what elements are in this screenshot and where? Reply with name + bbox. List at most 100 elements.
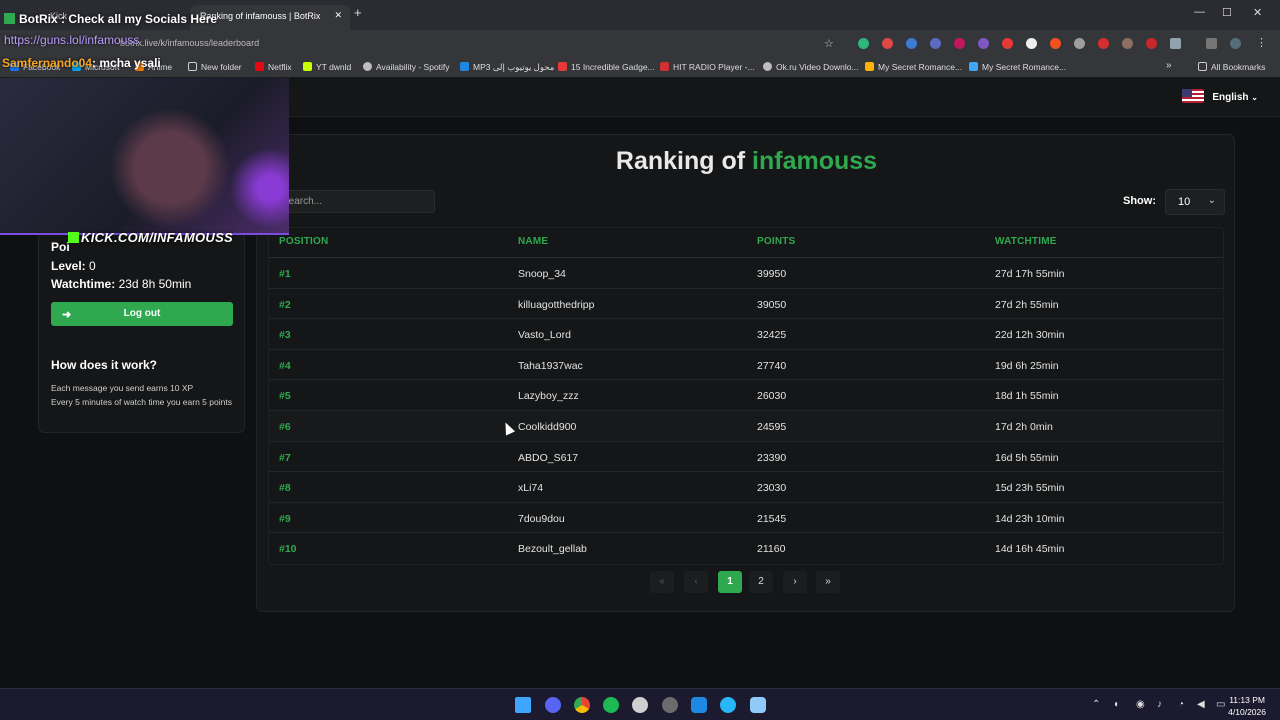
logout-icon: ➜	[62, 309, 72, 321]
extension-icon[interactable]	[978, 38, 989, 49]
extension-icon[interactable]	[1098, 38, 1109, 49]
us-flag-icon	[1182, 89, 1205, 103]
app-icon[interactable]	[750, 697, 766, 713]
extension-icon[interactable]	[1050, 38, 1061, 49]
reading-list-icon[interactable]	[1206, 38, 1217, 49]
page-size-select[interactable]: 10 ⌄	[1165, 189, 1225, 215]
bookmark-item[interactable]: HIT RADIO Player -...	[660, 62, 755, 72]
extension-icon[interactable]	[882, 38, 893, 49]
next-page-button[interactable]: ›	[783, 571, 807, 593]
name-cell: ABDO_S617	[518, 451, 579, 464]
table-row: #7 ABDO_S617 23390 16d 5h 55min	[269, 442, 1223, 473]
minimize-button[interactable]: —	[1194, 6, 1205, 18]
extension-icon[interactable]	[1122, 38, 1133, 49]
tray-app-icon[interactable]: ◉	[1136, 699, 1145, 710]
logout-button[interactable]: ➜ Log out	[51, 302, 233, 326]
wifi-icon[interactable]: ◔	[1178, 699, 1184, 710]
points-cell: 21545	[757, 512, 787, 525]
extension-icon[interactable]	[906, 38, 917, 49]
points-cell: 21160	[757, 543, 786, 556]
maximize-button[interactable]: ☐	[1222, 6, 1232, 19]
table-row: #5 Lazyboy_zzz 26030 18d 1h 55min	[269, 380, 1223, 411]
name-cell: Vasto_Lord	[518, 329, 571, 342]
close-window-button[interactable]: ✕	[1253, 6, 1262, 19]
position-cell: #9	[279, 512, 291, 525]
watchtime-cell: 14d 23h 10min	[995, 512, 1065, 525]
chat-link: https://guns.lol/infamouss	[4, 33, 140, 47]
bookmark-item[interactable]: My Secret Romance...	[865, 62, 962, 72]
obs-icon[interactable]	[632, 697, 648, 713]
spotify-icon[interactable]	[603, 697, 619, 713]
column-header-position[interactable]: POSITION	[279, 236, 328, 247]
chrome-icon[interactable]	[574, 697, 590, 713]
app-icon[interactable]	[691, 697, 707, 713]
bookmark-item[interactable]: MP3 محول يوتيوب إلى	[460, 62, 554, 73]
extension-icon[interactable]	[930, 38, 941, 49]
bookmark-item[interactable]: 15 Incredible Gadge...	[558, 62, 655, 72]
name-cell: killuagotthedripp	[518, 298, 595, 311]
position-cell: #3	[279, 329, 291, 342]
table-row: #4 Taha1937wac 27740 19d 6h 25min	[269, 350, 1223, 381]
page-1-button[interactable]: 1	[718, 571, 742, 593]
more-bookmarks-icon[interactable]: »	[1166, 60, 1172, 71]
how-it-works-line: Every 5 minutes of watch time you earn 5…	[51, 397, 232, 407]
column-header-watchtime[interactable]: WATCHTIME	[995, 236, 1057, 247]
extension-icon[interactable]	[954, 38, 965, 49]
name-cell: Lazyboy_zzz	[518, 390, 579, 403]
battery-icon[interactable]: ▭	[1216, 699, 1225, 710]
extension-icon[interactable]	[1002, 38, 1013, 49]
tray-app-icon[interactable]: ◐	[1114, 699, 1120, 710]
microphone-icon[interactable]: ♪	[1157, 699, 1162, 710]
watchtime-cell: 19d 6h 25min	[995, 359, 1059, 372]
table-header: POSITION NAME POINTS WATCHTIME	[269, 228, 1223, 258]
page-2-button[interactable]: 2	[749, 571, 773, 593]
profile-avatar[interactable]	[1230, 38, 1241, 49]
table-row: #2 killuagotthedripp 39050 27d 2h 55min	[269, 289, 1223, 320]
bookmarks-bar: Facebook Microsoft Anime New folder Netf…	[0, 56, 1280, 78]
system-clock[interactable]: 11:13 PM 4/10/2026	[1228, 694, 1266, 718]
previous-page-button[interactable]: ‹	[684, 571, 708, 593]
bookmark-item[interactable]: Ok.ru Video Downlo...	[763, 62, 859, 72]
first-page-button[interactable]: «	[650, 571, 674, 593]
last-page-button[interactable]: »	[816, 571, 840, 593]
bookmark-folder[interactable]: New folder	[188, 62, 242, 72]
level-stat: Level: 0	[51, 259, 96, 273]
all-bookmarks[interactable]: All Bookmarks	[1198, 62, 1265, 72]
bookmark-star-icon[interactable]: ☆	[824, 37, 834, 50]
discord-icon[interactable]	[545, 697, 561, 713]
search-input[interactable]: Search...	[267, 190, 435, 213]
position-cell: #5	[279, 390, 291, 403]
close-tab-icon[interactable]: ✕	[334, 10, 342, 21]
language-selector[interactable]: English ⌄	[1182, 89, 1258, 103]
chevron-up-icon[interactable]: ⌃	[1092, 699, 1100, 710]
chat-message: BotRix : Check all my Socials Here	[4, 12, 217, 26]
browser-menu-icon[interactable]: ⋮	[1256, 36, 1267, 49]
new-tab-button[interactable]: +	[354, 5, 362, 20]
windows-start-icon[interactable]	[515, 697, 531, 713]
extension-icon[interactable]	[1146, 38, 1157, 49]
bookmark-item[interactable]: Netflix	[255, 62, 292, 72]
leaderboard-table: POSITION NAME POINTS WATCHTIME #1 Snoop_3…	[268, 227, 1224, 565]
kick-logo-icon	[68, 232, 79, 243]
chevron-down-icon: ⌄	[1207, 195, 1216, 206]
app-icon[interactable]	[662, 697, 678, 713]
extension-icon[interactable]	[1074, 38, 1085, 49]
column-header-points[interactable]: POINTS	[757, 236, 795, 247]
extension-icon[interactable]	[858, 38, 869, 49]
bookmark-item[interactable]: Availability - Spotify	[363, 62, 450, 72]
points-label: Poi	[51, 240, 70, 254]
bookmark-item[interactable]: My Secret Romance...	[969, 62, 1066, 72]
how-it-works-title: How does it work?	[51, 358, 158, 372]
telegram-icon[interactable]	[720, 697, 736, 713]
url-field[interactable]: botrix.live/k/infamouss/leaderboard	[120, 35, 840, 51]
user-stats-card: Poi Level: 0 Watchtime: 23d 8h 50min ➜ L…	[38, 229, 245, 433]
table-row: #6 Coolkidd900 24595 17d 2h 0min	[269, 410, 1223, 442]
position-cell: #2	[279, 298, 291, 311]
position-cell: #6	[279, 420, 291, 433]
extension-icon[interactable]	[1026, 38, 1037, 49]
extensions-puzzle-icon[interactable]	[1170, 38, 1181, 49]
bookmark-item[interactable]: YT dwnld	[303, 62, 351, 72]
volume-icon[interactable]: ◀	[1197, 699, 1205, 710]
column-header-name[interactable]: NAME	[518, 236, 548, 247]
webcam-overlay	[0, 78, 289, 235]
